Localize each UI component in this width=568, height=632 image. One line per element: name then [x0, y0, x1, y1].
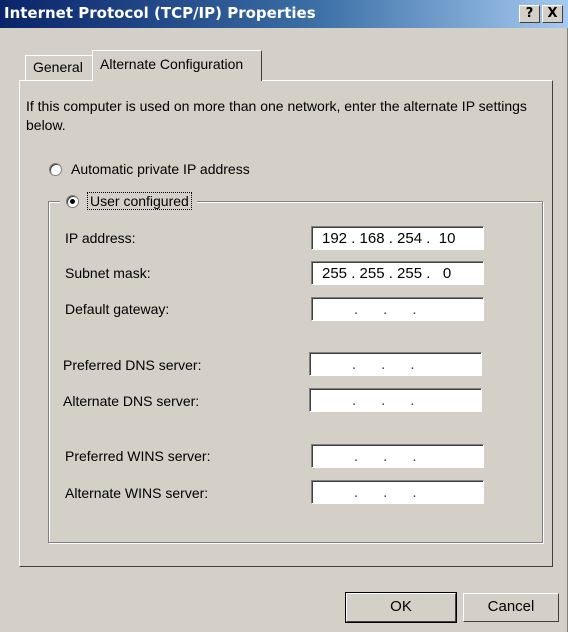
tab-alternate-configuration[interactable]: Alternate Configuration	[92, 50, 262, 81]
default-gateway-label: Default gateway:	[65, 301, 170, 317]
cancel-button[interactable]: Cancel	[463, 593, 559, 622]
tab-general[interactable]: General	[25, 55, 95, 80]
close-button[interactable]: X	[542, 5, 563, 23]
alternate-wins-field[interactable]: . . .	[311, 480, 484, 504]
window-title: Internet Protocol (TCP/IP) Properties	[4, 4, 316, 22]
preferred-dns-field[interactable]: . . .	[309, 352, 482, 376]
preferred-wins-field[interactable]: . . .	[311, 444, 484, 468]
preferred-wins-label: Preferred WINS server:	[65, 448, 211, 464]
automatic-private-ip-label: Automatic private IP address	[71, 161, 250, 177]
description-text: If this computer is used on more than on…	[26, 98, 527, 133]
ip-address-field[interactable]: 192 . 168 . 254 . 10	[311, 226, 484, 250]
default-gateway-field[interactable]: . . .	[311, 297, 484, 321]
alternate-dns-label: Alternate DNS server:	[63, 393, 200, 409]
tcpip-properties-dialog: Internet Protocol (TCP/IP) Properties ? …	[0, 0, 568, 632]
ip-address-label: IP address:	[65, 230, 136, 246]
help-button[interactable]: ?	[519, 5, 540, 23]
radio-checked-icon[interactable]	[66, 194, 79, 208]
alternate-wins-label: Alternate WINS server:	[65, 485, 209, 501]
subnet-mask-field[interactable]: 255 . 255 . 255 . 0	[311, 261, 484, 285]
title-bar[interactable]: Internet Protocol (TCP/IP) Properties ? …	[0, 0, 568, 28]
automatic-private-ip-option[interactable]: Automatic private IP address	[49, 161, 250, 177]
radio-unchecked-icon[interactable]	[49, 162, 62, 176]
user-configured-label: User configured	[87, 192, 192, 210]
subnet-mask-label: Subnet mask:	[65, 265, 151, 281]
preferred-dns-label: Preferred DNS server:	[63, 357, 202, 373]
ok-button[interactable]: OK	[345, 592, 457, 623]
alternate-dns-field[interactable]: . . .	[309, 388, 482, 412]
user-configured-option[interactable]: User configured	[60, 192, 197, 210]
